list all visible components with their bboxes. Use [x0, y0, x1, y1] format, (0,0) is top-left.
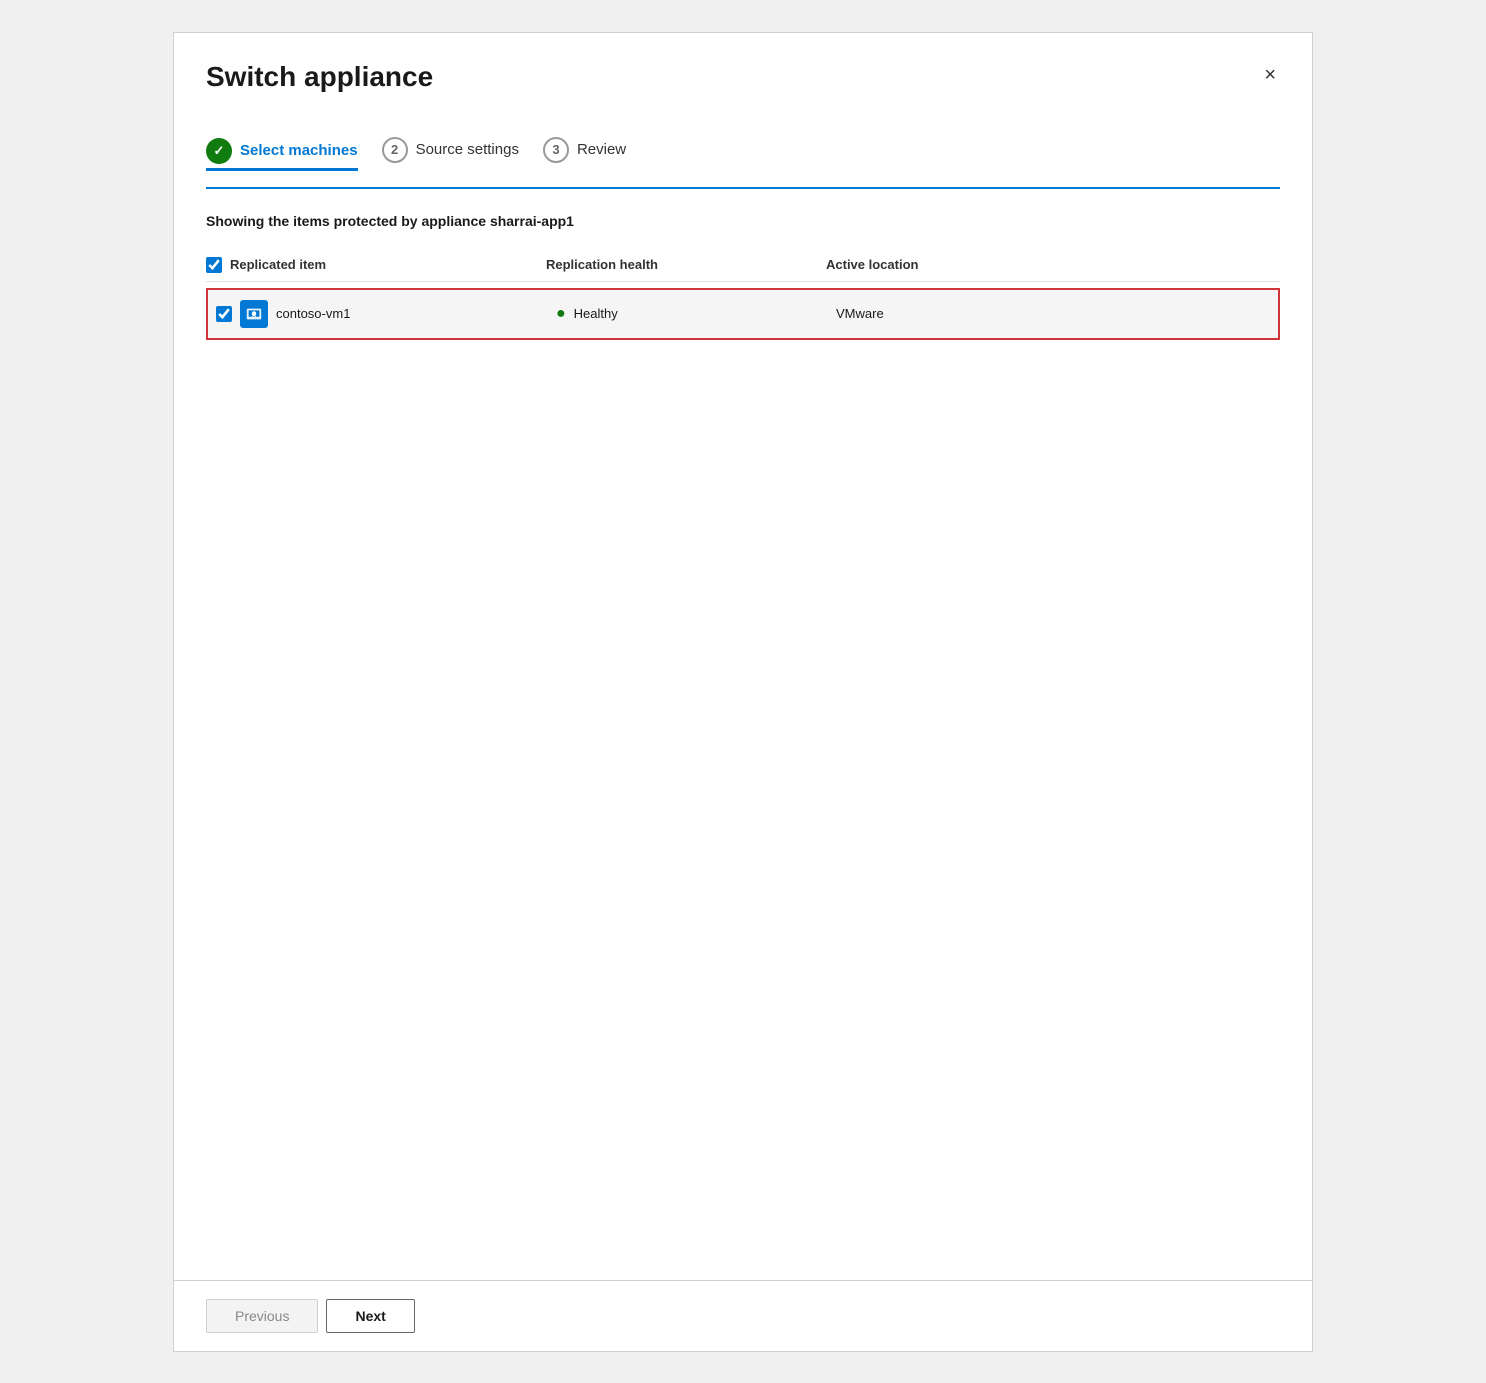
select-all-checkbox[interactable] — [206, 257, 222, 273]
col-replication-health: Replication health — [546, 257, 826, 273]
step-source-settings[interactable]: 2 Source settings — [382, 137, 519, 167]
vm-icon — [240, 300, 268, 328]
machines-table: Replicated item Replication health Activ… — [206, 249, 1280, 340]
step-select-machines[interactable]: ✓ Select machines — [206, 138, 358, 171]
dialog-title: Switch appliance — [206, 61, 433, 93]
location-text: VMware — [836, 306, 884, 321]
step-review[interactable]: 3 Review — [543, 137, 626, 167]
switch-appliance-dialog: Switch appliance × ✓ Select machines 2 S… — [173, 32, 1313, 1352]
cell-replication-health: ● Healthy — [556, 306, 836, 322]
health-status-icon: ● — [556, 306, 566, 322]
step2-circle: 2 — [382, 137, 408, 163]
steps-nav: ✓ Select machines 2 Source settings 3 Re… — [206, 113, 1280, 189]
table-header-row: Replicated item Replication health Activ… — [206, 249, 1280, 282]
section-heading: Showing the items protected by appliance… — [206, 213, 1280, 229]
cell-active-location: VMware — [836, 306, 1270, 321]
health-status-text: Healthy — [574, 306, 618, 321]
step1-label: Select machines — [240, 142, 358, 159]
col-active-location: Active location — [826, 257, 1280, 273]
cell-replicated-item: contoso-vm1 — [216, 300, 556, 328]
step1-circle: ✓ — [206, 138, 232, 164]
table-row[interactable]: contoso-vm1 ● Healthy VMware — [206, 288, 1280, 340]
previous-button[interactable]: Previous — [206, 1299, 318, 1333]
dialog-header: Switch appliance × — [174, 33, 1312, 113]
dialog-body: ✓ Select machines 2 Source settings 3 Re… — [174, 113, 1312, 1280]
row-checkbox[interactable] — [216, 306, 232, 322]
dialog-footer: Previous Next — [174, 1280, 1312, 1351]
step2-label: Source settings — [416, 141, 519, 158]
close-button[interactable]: × — [1260, 61, 1280, 89]
step3-circle: 3 — [543, 137, 569, 163]
next-button[interactable]: Next — [326, 1299, 414, 1333]
vm-name: contoso-vm1 — [276, 306, 350, 321]
col-replicated-item: Replicated item — [206, 257, 546, 273]
step3-label: Review — [577, 141, 626, 158]
